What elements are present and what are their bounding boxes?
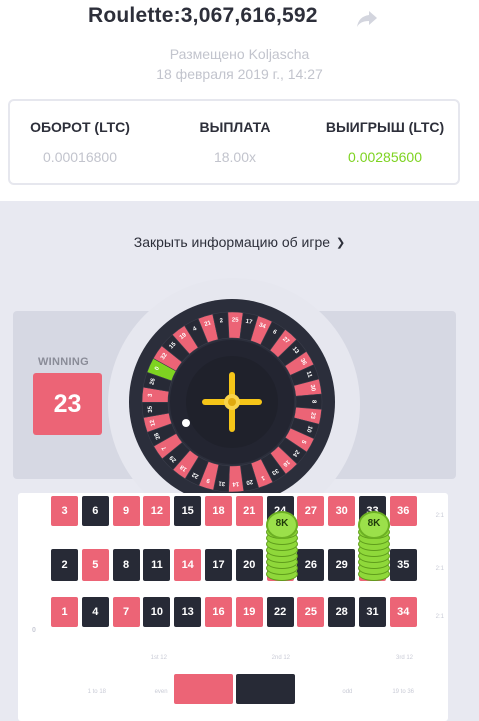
stat-value: 0.00016800: [43, 149, 117, 165]
number-cell[interactable]: 16: [205, 597, 232, 627]
dozen-bet[interactable]: 1st 12: [51, 639, 171, 671]
number-cell[interactable]: 35: [389, 549, 417, 581]
number-cell[interactable]: 34: [389, 597, 417, 627]
game-title: Roulette:3,067,616,592: [88, 4, 318, 27]
number-cell[interactable]: 14: [174, 549, 202, 581]
dozen-bet[interactable]: 3rd 12: [297, 639, 417, 671]
posted-date: 18 февраля 2019 г., 14:27: [156, 66, 323, 82]
number-cell[interactable]: 6: [81, 496, 109, 526]
column-bet-2to1[interactable]: 2:1: [418, 597, 446, 627]
stats-card: ОБОРОТ (LTC) 0.00016800 ВЫПЛАТА 18.00x В…: [8, 99, 460, 185]
number-cell[interactable]: 22: [266, 597, 294, 627]
number-cell[interactable]: 12: [143, 496, 171, 526]
number-cell[interactable]: 20: [235, 549, 263, 581]
number-cell[interactable]: 11: [143, 549, 171, 581]
outside-bet[interactable]: [235, 674, 295, 704]
winning-number: 23: [33, 373, 102, 435]
number-cell[interactable]: 8: [112, 549, 140, 581]
stat-win: ВЫИГРЫШ (LTC) 0.00285600: [310, 101, 460, 183]
number-cell[interactable]: 36: [389, 496, 417, 526]
number-cell[interactable]: 29: [328, 549, 356, 581]
number-cell[interactable]: 9: [112, 496, 140, 526]
title-row: Roulette:3,067,616,592: [0, 4, 479, 32]
number-cell[interactable]: 5: [81, 549, 109, 581]
winning-label: WINNING: [38, 356, 89, 368]
stat-payout: ВЫПЛАТА 18.00x: [165, 101, 305, 183]
number-cell[interactable]: 7: [112, 597, 140, 627]
outside-bet[interactable]: odd: [297, 674, 357, 704]
chip-stack[interactable]: 8K: [266, 511, 298, 585]
stat-label: ОБОРОТ (LTC): [30, 119, 130, 135]
betting-board: 03691215182124273033362:1258111417202326…: [18, 493, 448, 721]
number-cell[interactable]: 27: [297, 496, 325, 526]
dozen-bet[interactable]: 2nd 12: [174, 639, 294, 671]
number-cell[interactable]: 13: [174, 597, 202, 627]
chip-value: 8K: [275, 518, 289, 529]
chip-stack[interactable]: 8K: [358, 511, 390, 585]
number-cell[interactable]: 4: [81, 597, 109, 627]
number-cell[interactable]: 10: [143, 597, 171, 627]
chevron-down-icon: ❯: [336, 237, 346, 249]
number-cell[interactable]: 30: [328, 496, 356, 526]
stat-label: ВЫИГРЫШ (LTC): [325, 119, 445, 135]
number-cell[interactable]: 17: [205, 549, 232, 581]
share-icon[interactable]: [356, 10, 378, 28]
zero-pocket[interactable]: 0: [20, 496, 48, 634]
wheel-pocket-number: 25: [232, 318, 240, 324]
stat-label: ВЫПЛАТА: [199, 119, 271, 135]
chip-value: 8K: [367, 518, 381, 529]
roulette-wheel: 0321519421 2 25 17 3462713361130823105241633…: [129, 299, 335, 505]
turret-core: [228, 398, 236, 406]
outside-bet[interactable]: even: [112, 674, 172, 704]
outside-bet[interactable]: 19 to 36: [359, 674, 418, 704]
ball: [182, 419, 190, 427]
wheel-pocket: [295, 393, 323, 410]
number-cell[interactable]: 19: [235, 597, 263, 627]
stat-value: 18.00x: [213, 149, 257, 165]
outside-bet[interactable]: [174, 674, 234, 704]
column-bet-2to1[interactable]: 2:1: [418, 496, 446, 526]
number-cell[interactable]: 21: [235, 496, 263, 526]
stat-turnover: ОБОРОТ (LTC) 0.00016800: [10, 101, 150, 183]
stat-value: 0.00285600: [348, 149, 422, 165]
number-cell[interactable]: 28: [328, 597, 356, 627]
toggle-game-info[interactable]: Закрыть информацию об игре ❯: [0, 234, 479, 250]
outside-bet[interactable]: 1 to 18: [51, 674, 110, 704]
column-bet-2to1[interactable]: 2:1: [418, 549, 446, 579]
number-cell[interactable]: 26: [297, 549, 325, 581]
number-cell[interactable]: 2: [51, 549, 78, 581]
toggle-label: Закрыть информацию об игре: [133, 234, 331, 250]
number-cell[interactable]: 25: [297, 597, 325, 627]
game-info-panel: Roulette:3,067,616,592 Размещено Koljasc…: [0, 0, 479, 201]
number-cell[interactable]: 15: [174, 496, 202, 526]
number-cell[interactable]: 1: [51, 597, 78, 627]
wheel-pocket-number: 35: [148, 405, 155, 413]
number-cell[interactable]: 3: [51, 496, 78, 526]
number-cell[interactable]: 31: [359, 597, 386, 627]
wheel-pocket-number: 14: [232, 480, 240, 486]
number-cell[interactable]: 18: [205, 496, 232, 526]
posted-by: Размещено Koljascha: [169, 46, 310, 62]
